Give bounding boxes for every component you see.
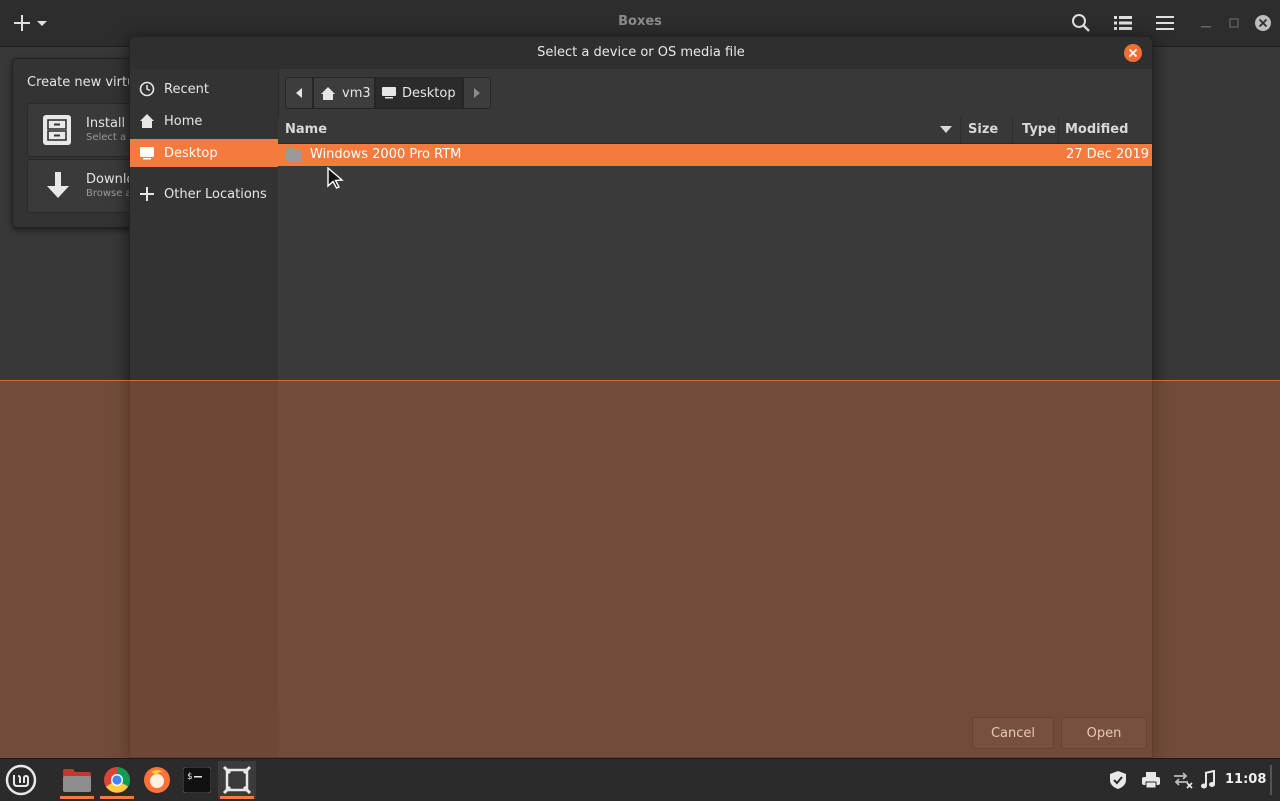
taskbar-terminal[interactable]: $ (178, 761, 216, 799)
place-desktop[interactable]: Desktop (130, 139, 278, 167)
taskbar-firefox[interactable] (138, 761, 176, 799)
minimize-icon (1201, 26, 1211, 28)
download-option-sublabel: Browse a (86, 188, 132, 199)
cancel-button[interactable]: Cancel (972, 717, 1054, 749)
shield-check-icon (1110, 771, 1126, 789)
install-option-sublabel: Select a (86, 132, 127, 143)
folder-icon (286, 148, 302, 161)
tray-sound[interactable] (1200, 770, 1216, 790)
column-name-header[interactable]: Name (285, 122, 327, 137)
column-size-header[interactable]: Size (968, 122, 998, 137)
taskbar-chrome[interactable] (98, 761, 136, 799)
search-button[interactable] (1066, 8, 1096, 38)
desktop-icon (140, 147, 154, 160)
taskbar-boxes[interactable] (218, 761, 256, 799)
place-label: Desktop (164, 145, 218, 161)
install-option-label: Install (86, 116, 126, 131)
file-cabinet-icon (43, 115, 71, 145)
list-view-icon (1114, 16, 1132, 30)
dialog-title: Select a device or OS media file (537, 45, 745, 60)
path-bar: vm3 Desktop (285, 77, 491, 109)
file-name: Windows 2000 Pro RTM (310, 147, 462, 162)
search-icon (1072, 14, 1090, 32)
home-icon (140, 114, 154, 128)
path-forward-button[interactable] (463, 77, 491, 109)
close-window-button[interactable] (1250, 8, 1276, 38)
list-view-button[interactable] (1108, 8, 1138, 38)
download-arrow-icon (47, 172, 69, 198)
path-crumb-home[interactable]: vm3 (313, 77, 375, 109)
download-option-label: Downlo (86, 172, 135, 187)
music-note-icon (1201, 770, 1215, 789)
plus-icon (140, 187, 154, 201)
place-label: Recent (164, 81, 209, 97)
tray-security[interactable] (1108, 770, 1128, 790)
close-icon (1255, 15, 1271, 31)
dialog-titlebar: Select a device or OS media file (130, 37, 1152, 69)
path-crumb-label: vm3 (342, 85, 371, 101)
file-modified: 27 Dec 2019 (1066, 147, 1150, 162)
network-disconnected-icon (1174, 772, 1193, 789)
place-other-locations[interactable]: Other Locations (130, 180, 278, 208)
linux-mint-logo-icon (5, 764, 37, 796)
column-modified-header[interactable]: Modified (1065, 122, 1128, 137)
home-icon (321, 86, 335, 100)
maximize-icon (1229, 18, 1239, 28)
place-recent[interactable]: Recent (130, 75, 278, 103)
svg-text:$: $ (187, 772, 192, 782)
firefox-icon (144, 767, 170, 793)
chevron-left-icon (296, 88, 302, 98)
path-back-button[interactable] (285, 77, 313, 109)
file-chooser-dialog: Select a device or OS media file Recent … (129, 36, 1153, 758)
place-label: Home (164, 113, 203, 129)
terminal-icon: $ (183, 767, 211, 793)
open-button[interactable]: Open (1061, 717, 1147, 749)
tray-network[interactable] (1172, 771, 1194, 789)
sort-descending-icon (940, 126, 952, 133)
file-list: Name Size Type Modified Windows 2000 Pro… (278, 117, 1152, 709)
mouse-pointer-icon (327, 167, 344, 189)
boxes-app-icon (222, 765, 252, 795)
clock[interactable]: 11:08 (1225, 772, 1266, 787)
folder-icon (63, 769, 91, 792)
taskbar-files[interactable] (58, 761, 96, 799)
file-row-selected[interactable]: Windows 2000 Pro RTM 27 Dec 2019 (278, 144, 1152, 166)
path-crumb-desktop[interactable]: Desktop (375, 77, 463, 109)
path-crumb-label: Desktop (402, 85, 456, 101)
chrome-icon (104, 767, 130, 793)
dialog-close-button[interactable] (1124, 44, 1142, 62)
maximize-button[interactable] (1222, 8, 1246, 38)
printer-icon (1142, 772, 1160, 789)
file-list-header: Name Size Type Modified (278, 117, 1152, 144)
desktop-icon (382, 87, 396, 99)
close-icon (1128, 48, 1138, 58)
hamburger-menu-icon (1156, 16, 1174, 30)
clock-icon (139, 81, 155, 97)
place-home[interactable]: Home (130, 107, 278, 135)
place-label: Other Locations (164, 186, 267, 202)
menu-button[interactable] (1150, 8, 1180, 38)
menu-launcher-button[interactable] (2, 761, 40, 799)
tray-printer[interactable] (1141, 771, 1161, 789)
column-type-header[interactable]: Type (1022, 122, 1056, 137)
dialog-action-bar: Cancel Open (278, 709, 1152, 757)
places-sidebar: Recent Home Desktop Other Locations (130, 69, 279, 757)
taskbar-panel: $ 11:08 (0, 758, 1280, 801)
minimize-button[interactable] (1194, 8, 1218, 38)
show-desktop-handle[interactable] (1270, 765, 1272, 795)
chevron-right-icon (474, 88, 480, 98)
